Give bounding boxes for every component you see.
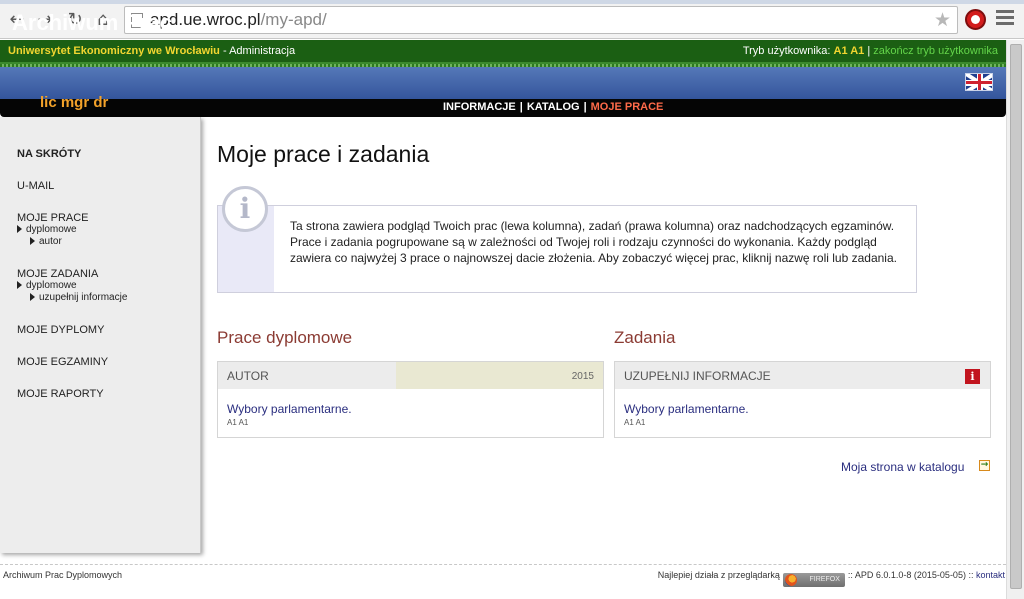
university-link[interactable]: Uniwersytet Ekonomiczny we Wrocławiu xyxy=(8,45,220,57)
footer-version: :: APD 6.0.1.0-8 (2015-05-05) :: xyxy=(847,570,974,580)
info-icon: i xyxy=(222,186,268,232)
separator: - xyxy=(219,45,230,57)
firefox-badge-icon[interactable]: FIREFOX xyxy=(782,573,845,587)
menu-item-informacje[interactable]: INFORMACJE xyxy=(443,101,516,113)
uk-flag-icon[interactable] xyxy=(965,73,993,91)
sidebar-item-moje-egzaminy[interactable]: MOJE EGZAMINY xyxy=(17,356,108,368)
sidebar-subitem-uzupelnij[interactable]: uzupełnij informacje xyxy=(30,292,127,303)
footer-right: Najlepiej działa z przeglądarkąFIREFOX::… xyxy=(658,570,1005,587)
site-title[interactable]: Archiwum Prac xyxy=(12,10,172,36)
triangle-right-icon xyxy=(30,237,35,245)
role-label[interactable]: UZUPEŁNIJ INFORMACJE xyxy=(624,369,771,383)
sidebar: NA SKRÓTY U-MAIL MOJE PRACE dyplomowe au… xyxy=(0,117,201,553)
arrow-right-icon[interactable]: → xyxy=(979,460,990,471)
admin-link[interactable]: Administracja xyxy=(229,45,295,57)
url-path: /my-apd/ xyxy=(260,10,327,29)
sidebar-item-moje-dyplomy[interactable]: MOJE DYPLOMY xyxy=(17,324,104,336)
sidebar-subitem-label: uzupełnij informacje xyxy=(39,292,128,303)
top-bar-right: Tryb użytkownika: A1 A1 | zakończ tryb u… xyxy=(743,45,998,57)
menu-item-moje-prace[interactable]: MOJE PRACE xyxy=(591,101,664,113)
end-user-mode-link[interactable]: zakończ tryb użytkownika xyxy=(873,45,998,57)
work-author: A1 A1 xyxy=(227,418,249,427)
section-title-tasks: Zadania xyxy=(614,328,676,347)
info-box: i Ta strona zawiera podgląd Twoich prac … xyxy=(217,186,917,293)
triangle-right-icon xyxy=(17,281,22,289)
info-text: Ta strona zawiera podgląd Twoich prac (l… xyxy=(290,219,897,265)
footer-divider xyxy=(0,564,1006,565)
work-title-link[interactable]: Wybory parlamentarne. xyxy=(227,402,352,416)
sidebar-item-moje-prace[interactable]: MOJE PRACE xyxy=(17,212,89,224)
catalog-page-link[interactable]: Moja strona w katalogu xyxy=(841,460,964,474)
sidebar-subitem-label: autor xyxy=(39,236,62,247)
sidebar-subitem-dyplomowe[interactable]: dyplomowe xyxy=(17,280,77,291)
footer-browser-note: Najlepiej działa z przeglądarką xyxy=(657,570,780,580)
sidebar-heading: NA SKRÓTY xyxy=(17,148,82,160)
page-title: Moje prace i zadania xyxy=(217,141,430,167)
scrollbar[interactable] xyxy=(1006,40,1024,599)
menu-item-katalog[interactable]: KATALOG xyxy=(527,101,580,113)
tasks-card: UZUPEŁNIJ INFORMACJE i Wybory parlamenta… xyxy=(614,361,991,438)
task-author: A1 A1 xyxy=(624,418,646,427)
separator: | xyxy=(864,45,874,57)
sidebar-item-moje-raporty[interactable]: MOJE RAPORTY xyxy=(17,388,104,400)
site-header xyxy=(0,67,1006,99)
sidebar-item-umail[interactable]: U-MAIL xyxy=(17,180,54,192)
sidebar-subitem-dyplomowe[interactable]: dyplomowe xyxy=(17,224,77,235)
works-card-year: 2015 xyxy=(396,362,603,389)
url-text: apd.ue.wroc.pl/my-apd/ xyxy=(150,10,327,30)
user-mode-name: A1 A1 xyxy=(833,45,865,57)
task-title-link[interactable]: Wybory parlamentarne. xyxy=(624,402,749,416)
tasks-card-header[interactable]: UZUPEŁNIJ INFORMACJE xyxy=(615,362,990,389)
sidebar-subitem-label: dyplomowe xyxy=(26,280,77,291)
contact-link[interactable]: kontakt xyxy=(976,570,1005,580)
menu-separator: | xyxy=(519,101,523,113)
star-icon[interactable]: ★ xyxy=(934,9,951,31)
works-card: AUTOR 2015 Wybory parlamentarne. A1 A1 xyxy=(217,361,604,438)
top-bar: Uniwersytet Ekonomiczny we Wrocławiu - A… xyxy=(0,40,1006,64)
triangle-right-icon xyxy=(30,293,35,301)
user-mode-label: Tryb użytkownika: xyxy=(742,45,834,57)
menu-items: INFORMACJE | KATALOG | MOJE PRACE xyxy=(443,101,663,113)
sidebar-item-moje-zadania[interactable]: MOJE ZADANIA xyxy=(17,268,98,280)
top-bar-left: Uniwersytet Ekonomiczny we Wrocławiu - A… xyxy=(8,45,295,57)
tab-strip xyxy=(0,0,1024,4)
scroll-thumb[interactable] xyxy=(1010,44,1022,589)
menu-icon[interactable] xyxy=(996,10,1014,28)
user-role: lic mgr dr xyxy=(40,94,109,111)
main-menu: INFORMACJE | KATALOG | MOJE PRACE xyxy=(0,99,1006,117)
info-badge-icon[interactable]: i xyxy=(965,369,980,384)
footer-left: Archiwum Prac Dyplomowych xyxy=(3,570,123,580)
firefox-label: FIREFOX xyxy=(809,576,840,583)
sidebar-subitem-autor[interactable]: autor xyxy=(30,236,62,247)
sidebar-subitem-label: dyplomowe xyxy=(26,224,77,235)
year-label: 2015 xyxy=(571,371,594,382)
address-bar[interactable]: apd.ue.wroc.pl/my-apd/ ★ xyxy=(124,6,958,34)
extension-icon[interactable] xyxy=(965,9,986,30)
menu-separator: | xyxy=(583,101,587,113)
section-title-works: Prace dyplomowe xyxy=(217,328,353,347)
role-label[interactable]: AUTOR xyxy=(227,369,269,383)
works-card-header[interactable]: AUTOR xyxy=(218,362,396,389)
triangle-right-icon xyxy=(17,225,22,233)
